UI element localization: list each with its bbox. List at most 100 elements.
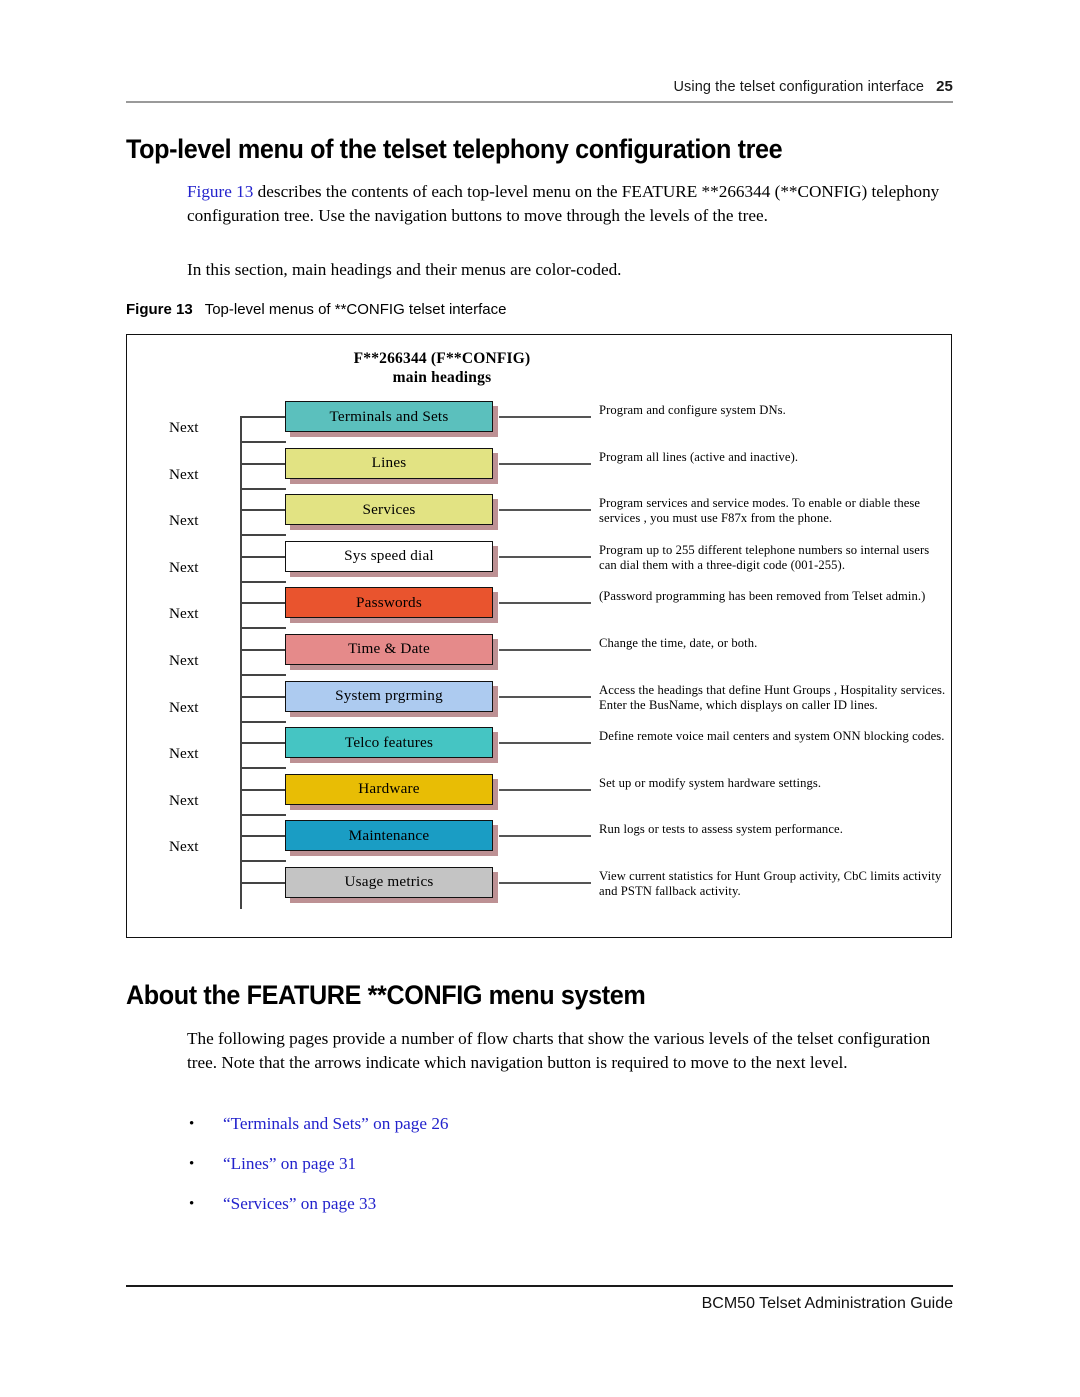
menu-box[interactable]: Hardware [285, 773, 493, 805]
bullet-dot-icon: • [189, 1116, 195, 1132]
cross-reference-list: • “Terminals and Sets” on page 26 • “Lines”… [187, 1113, 887, 1233]
connector-stub [241, 788, 285, 791]
menu-row: Next Maintenance Run logs or tests to asse… [127, 816, 951, 883]
description-lead-line [499, 416, 591, 418]
connector-stub [241, 648, 285, 651]
list-item[interactable]: • “Terminals and Sets” on page 26 [187, 1113, 887, 1135]
connector-vertical [240, 509, 242, 537]
connector-vertical [240, 555, 242, 583]
running-header: Using the telset configuration interface… [126, 78, 953, 95]
about-section-title: About the FEATURE **CONFIG menu system [126, 980, 646, 1010]
figure-title-line-2: main headings [392, 369, 492, 386]
next-button-label: Next [169, 605, 199, 623]
list-item-label: “Terminals and Sets” on page 26 [223, 1114, 449, 1133]
next-button-label: Next [169, 651, 199, 669]
connector-stub [241, 462, 285, 465]
page-title: Top-level menu of the telset telephony c… [126, 134, 783, 164]
description-lead-line [499, 555, 591, 558]
footer-text: BCM50 Telset Administration Guide [701, 1295, 953, 1312]
description-lead-line [499, 509, 591, 512]
menu-row: Next System prgrming Access the headings t… [127, 677, 951, 743]
intro-paragraph: Figure 13 describes the contents of each… [187, 180, 957, 229]
connector-stub [241, 555, 285, 558]
connector-stub [241, 835, 285, 838]
connector-vertical [240, 788, 242, 816]
menu-box[interactable]: Usage metrics [285, 866, 493, 898]
connector-vertical [240, 695, 242, 723]
next-button-label: Next [169, 465, 199, 483]
description-lead-line [499, 462, 591, 465]
connector-vertical [240, 602, 242, 630]
connector-vertical [240, 648, 242, 676]
connector-vertical [240, 742, 242, 770]
list-item-label: “Lines” on page 31 [223, 1154, 357, 1173]
description-lead-line [499, 602, 591, 605]
footer-divider [126, 1285, 953, 1287]
connector-stub [241, 509, 285, 512]
connector-stub [241, 742, 285, 745]
menu-row: Next Time & Date Change the time, date, or… [127, 630, 951, 696]
description-lead-line [499, 648, 591, 651]
menu-box[interactable]: Maintenance [285, 820, 493, 852]
menu-box[interactable]: Passwords [285, 587, 493, 619]
connector-vertical [240, 462, 242, 490]
figure-cross-reference-link[interactable]: Figure 13 [187, 182, 253, 201]
menu-row: Next Lines Program all lines (active and i… [127, 444, 951, 510]
menu-description: Program and configure system DNs. [599, 403, 786, 417]
about-paragraph: The following pages provide a number of … [187, 1029, 931, 1073]
menu-description: Access the headings that define Hunt Gro… [599, 682, 946, 712]
menu-box[interactable]: System prgrming [285, 680, 493, 712]
menu-description: Program services and service modes. To e… [599, 496, 921, 526]
description-lead-line [499, 835, 591, 838]
menu-box[interactable]: Telco features [285, 727, 493, 759]
figure-caption-label: Figure 13 [126, 301, 193, 318]
figure-title-line-1: F**266344 (F**CONFIG) [353, 350, 531, 367]
menu-description: View current statistics for Hunt Group a… [599, 868, 942, 899]
menu-row: Next Sys speed dial Program up to 255 diff… [127, 537, 951, 603]
menu-description: Run logs or tests to assess system perfo… [599, 822, 843, 837]
running-header-title: Using the telset configuration interface [673, 79, 925, 95]
next-button-label: Next [169, 745, 199, 763]
description-lead-line [499, 881, 591, 884]
connector-stub [241, 602, 285, 605]
color-coded-note: In this section, main headings and their… [187, 260, 622, 279]
menu-description: Set up or modify system hardware setting… [599, 775, 822, 790]
page-number: 25 [936, 78, 953, 95]
figure-caption-text: Top-level menus of **CONFIG telset inter… [204, 301, 507, 318]
list-item[interactable]: • “Services” on page 33 [187, 1193, 887, 1215]
connector-stub [241, 695, 285, 698]
figure-caption: Figure 13 Top-level menus of **CONFIG tel… [126, 301, 506, 318]
intro-paragraph-text: describes the contents of each top-level… [187, 182, 940, 226]
menu-box[interactable]: Sys speed dial [285, 540, 493, 572]
next-button-label: Next [169, 698, 199, 716]
description-lead-line [499, 695, 591, 698]
connector-vertical [240, 835, 242, 863]
header-divider [126, 101, 953, 103]
menu-row: Usage metrics View current statistics for… [127, 863, 951, 910]
menu-description: Program up to 255 different telephone nu… [599, 542, 930, 573]
connector-stub [241, 881, 285, 884]
menu-box[interactable]: Terminals and Sets [285, 401, 493, 432]
connector-vertical [240, 416, 242, 443]
menu-box[interactable]: Services [285, 494, 493, 526]
menu-rows-container: Next Terminals and Sets Program and config… [127, 397, 951, 910]
menu-row: Next Passwords (Password programming has b… [127, 583, 951, 650]
next-button-label: Next [169, 512, 199, 530]
figure-13: F**266344 (F**CONFIG) main headings Next… [126, 334, 952, 938]
bullet-dot-icon: • [189, 1196, 195, 1212]
next-button-label: Next [169, 419, 199, 436]
menu-description: (Password programming has been removed f… [599, 589, 926, 604]
description-lead-line [499, 788, 591, 791]
description-lead-line [499, 742, 591, 745]
bullet-dot-icon: • [189, 1156, 195, 1172]
next-button-label: Next [169, 558, 199, 576]
menu-row: Next Telco features Define remote voice ma… [127, 723, 951, 790]
menu-description: Change the time, date, or both. [599, 635, 758, 650]
menu-box[interactable]: Lines [285, 447, 493, 479]
next-button-label: Next [169, 791, 199, 809]
connector-vertical [240, 881, 242, 909]
menu-row: Next Services Program services and service… [127, 490, 951, 557]
menu-box[interactable]: Time & Date [285, 633, 493, 665]
document-page: Using the telset configuration interface… [0, 0, 1080, 1397]
list-item[interactable]: • “Lines” on page 31 [187, 1153, 887, 1175]
